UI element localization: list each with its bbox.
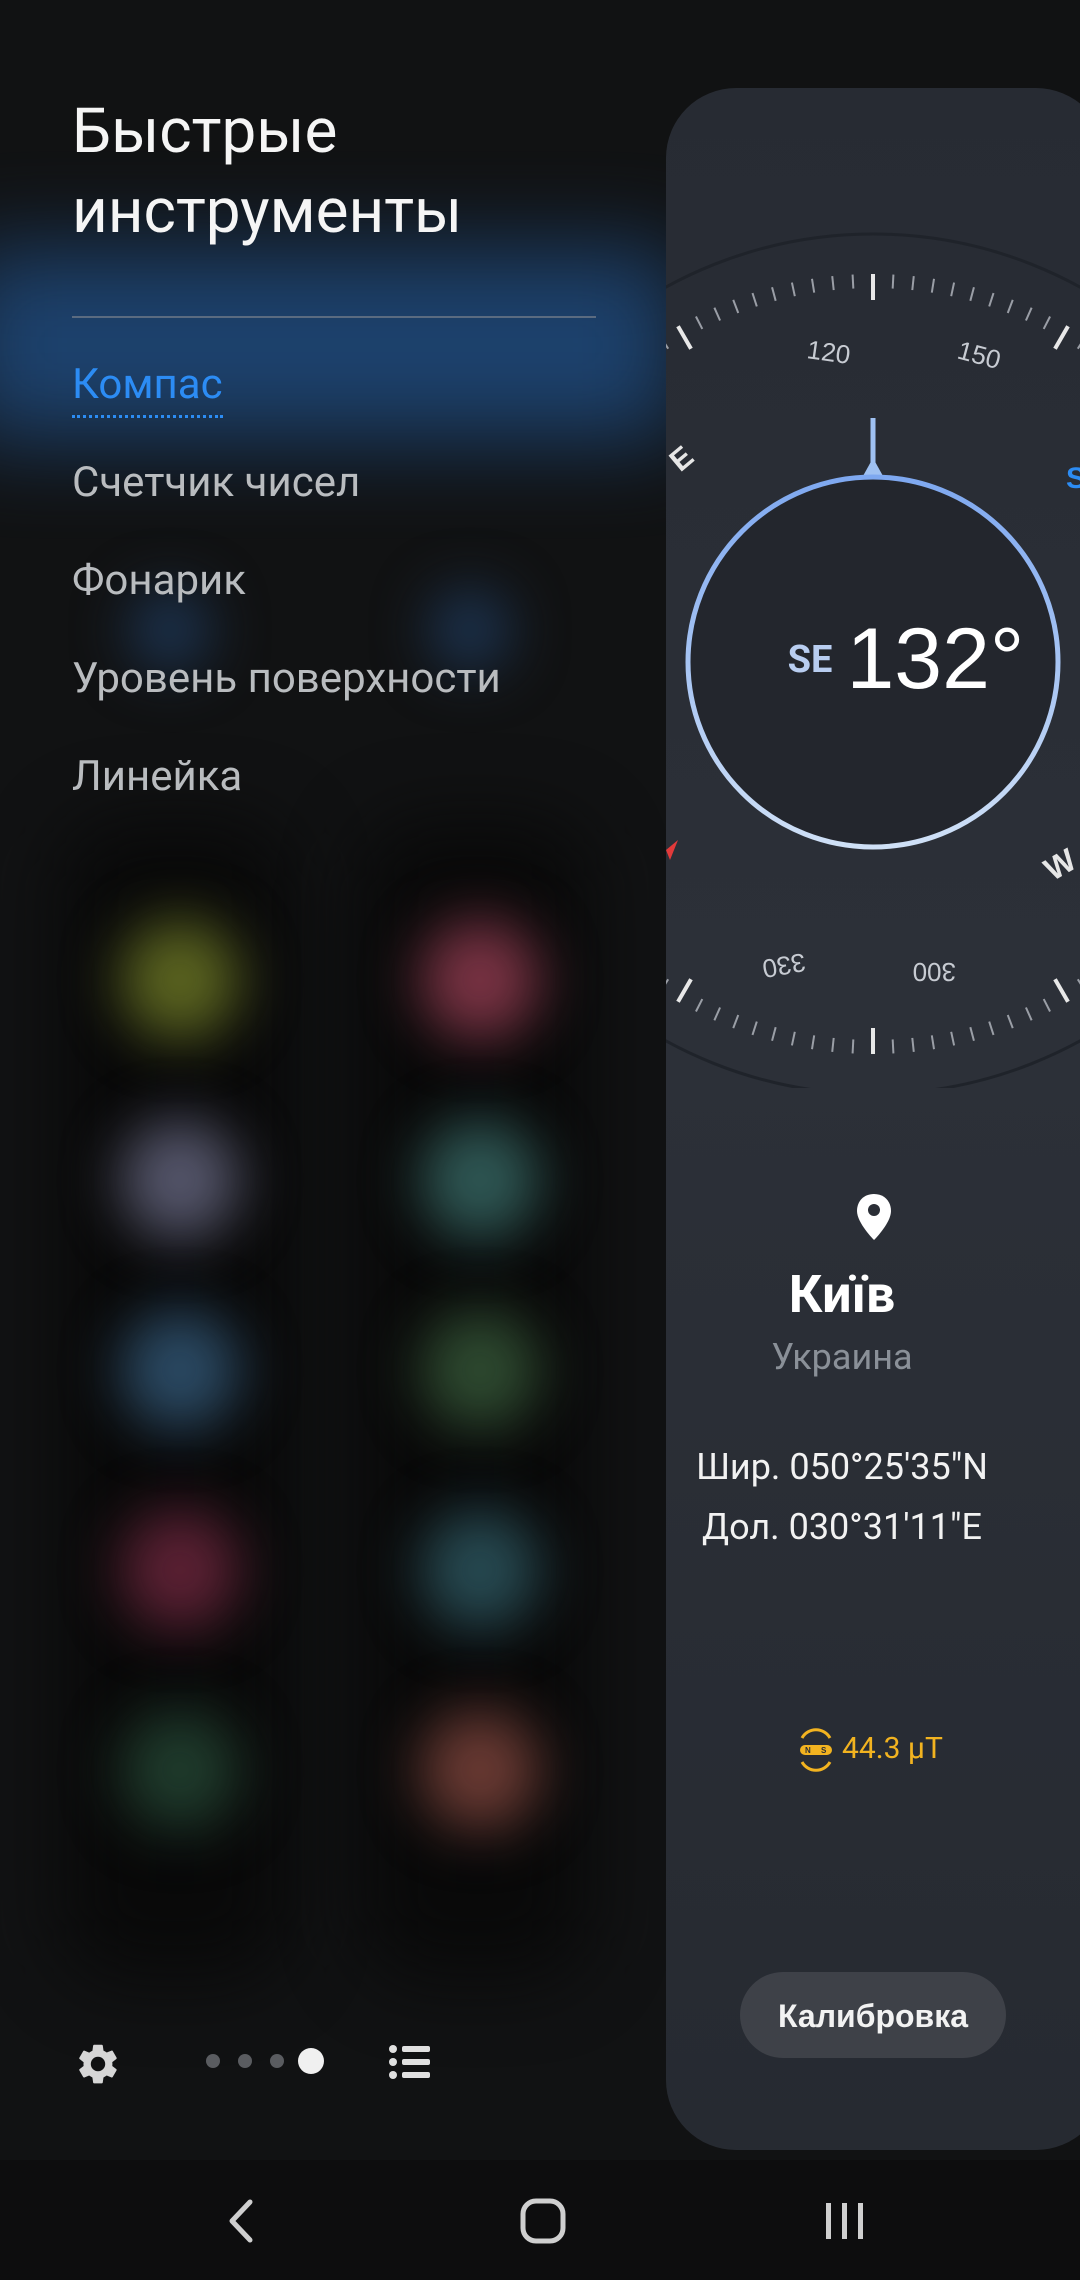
dial-tick [969,287,975,302]
magnetic-sensor-icon: N S [800,1728,832,1772]
compass-panel: 120 150 330 300 E S W SE 132° Київ Украи… [666,88,1080,2150]
screen: Быстрые инструменты Компас Счетчик чисел… [0,0,1080,2280]
dial-tick [713,307,721,321]
heading-degrees: 132° [846,611,1025,707]
recents-icon[interactable] [822,2198,868,2244]
dial-tick [969,1026,975,1041]
back-icon[interactable] [222,2196,262,2246]
dial-tick [1053,978,1070,1003]
dial-tick [771,1026,777,1041]
dial-tick [790,1031,796,1046]
dial-tick [891,1039,895,1054]
divider [72,316,596,318]
list-icon[interactable] [388,2042,432,2082]
dial-tick [1053,325,1070,350]
dial-tick [851,274,855,289]
pager-dot-1 [206,2054,220,2068]
dial-tick [1025,1007,1033,1021]
cardinal-w: W [1038,841,1080,888]
location-pin-icon [857,1194,891,1240]
city-name: Київ [788,1264,896,1325]
dial-tick [666,978,670,985]
dial-tick [695,998,704,1012]
menu-item-counter[interactable]: Счетчик чисел [72,458,360,507]
page-title: Быстрые инструменты [72,95,463,248]
dial-label-150: 150 [954,335,1004,375]
needle-tip [863,458,883,476]
longitude: Дол. 030°31'11"E [702,1506,982,1548]
dial-label-330: 330 [760,947,808,984]
svg-text:N: N [805,1746,811,1755]
dial-tick [831,1037,835,1052]
pager-dot-2 [238,2054,252,2068]
svg-text:S: S [821,1746,827,1755]
dial-tick [751,292,758,307]
dial-tick [950,282,956,297]
cardinal-s: S [1066,462,1080,495]
dial-tick [950,1031,956,1046]
gear-icon[interactable] [74,2040,122,2088]
heading-readout: SE 132° [766,610,1046,709]
menu-item-flashlight[interactable]: Фонарик [72,556,246,605]
dial-tick [771,287,777,302]
menu-item-ruler[interactable]: Линейка [72,752,242,801]
heading-direction: SE [787,637,833,682]
dial-tick [666,343,670,350]
panel-bottom-bar [0,2030,666,2100]
magnetic-value: 44.3 μT [842,1730,943,1766]
dial-label-120: 120 [805,334,852,370]
dial-tick [1042,316,1051,330]
cardinal-e: E [666,440,700,478]
dial-tick [732,299,740,314]
dial-tick [1042,998,1051,1012]
dial-tick [695,316,704,330]
dial-tick [732,1014,740,1029]
dial-tick [930,278,935,293]
dial-tick [911,276,915,291]
dial-tick [988,1021,995,1036]
home-icon[interactable] [518,2196,568,2246]
country-name: Украина [771,1336,913,1378]
dial-tick [930,1035,935,1050]
dial-tick [676,325,693,350]
menu-item-level[interactable]: Уровень поверхности [72,654,501,703]
dial-tick [811,1035,816,1050]
dial-tick [851,1039,855,1054]
dial-tick [676,978,693,1003]
pager-dot-4-active [298,2048,324,2074]
pager-dot-3 [270,2054,284,2068]
magnetic-field: N S 44.3 μT [796,1728,943,1772]
latitude: Шир. 050°25'35"N [696,1446,988,1488]
menu-item-compass[interactable]: Компас [72,360,223,418]
calibrate-button[interactable]: Калибровка [740,1972,1006,2058]
dial-tick [751,1021,758,1036]
north-marker [666,840,678,860]
compass-dial: 120 150 330 300 E S W [666,232,1080,1088]
dial-tick [1025,307,1033,321]
dial-tick [891,274,895,289]
navigation-bar [0,2160,1080,2280]
dial-label-300: 300 [913,957,956,987]
dial-tick [1006,299,1014,314]
dial-tick [911,1037,915,1052]
dial-tick [988,292,995,307]
dial-tick [713,1007,721,1021]
dial-tick [790,282,796,297]
dial-tick [831,276,835,291]
dial-tick [811,278,816,293]
dial-tick [1006,1014,1014,1029]
